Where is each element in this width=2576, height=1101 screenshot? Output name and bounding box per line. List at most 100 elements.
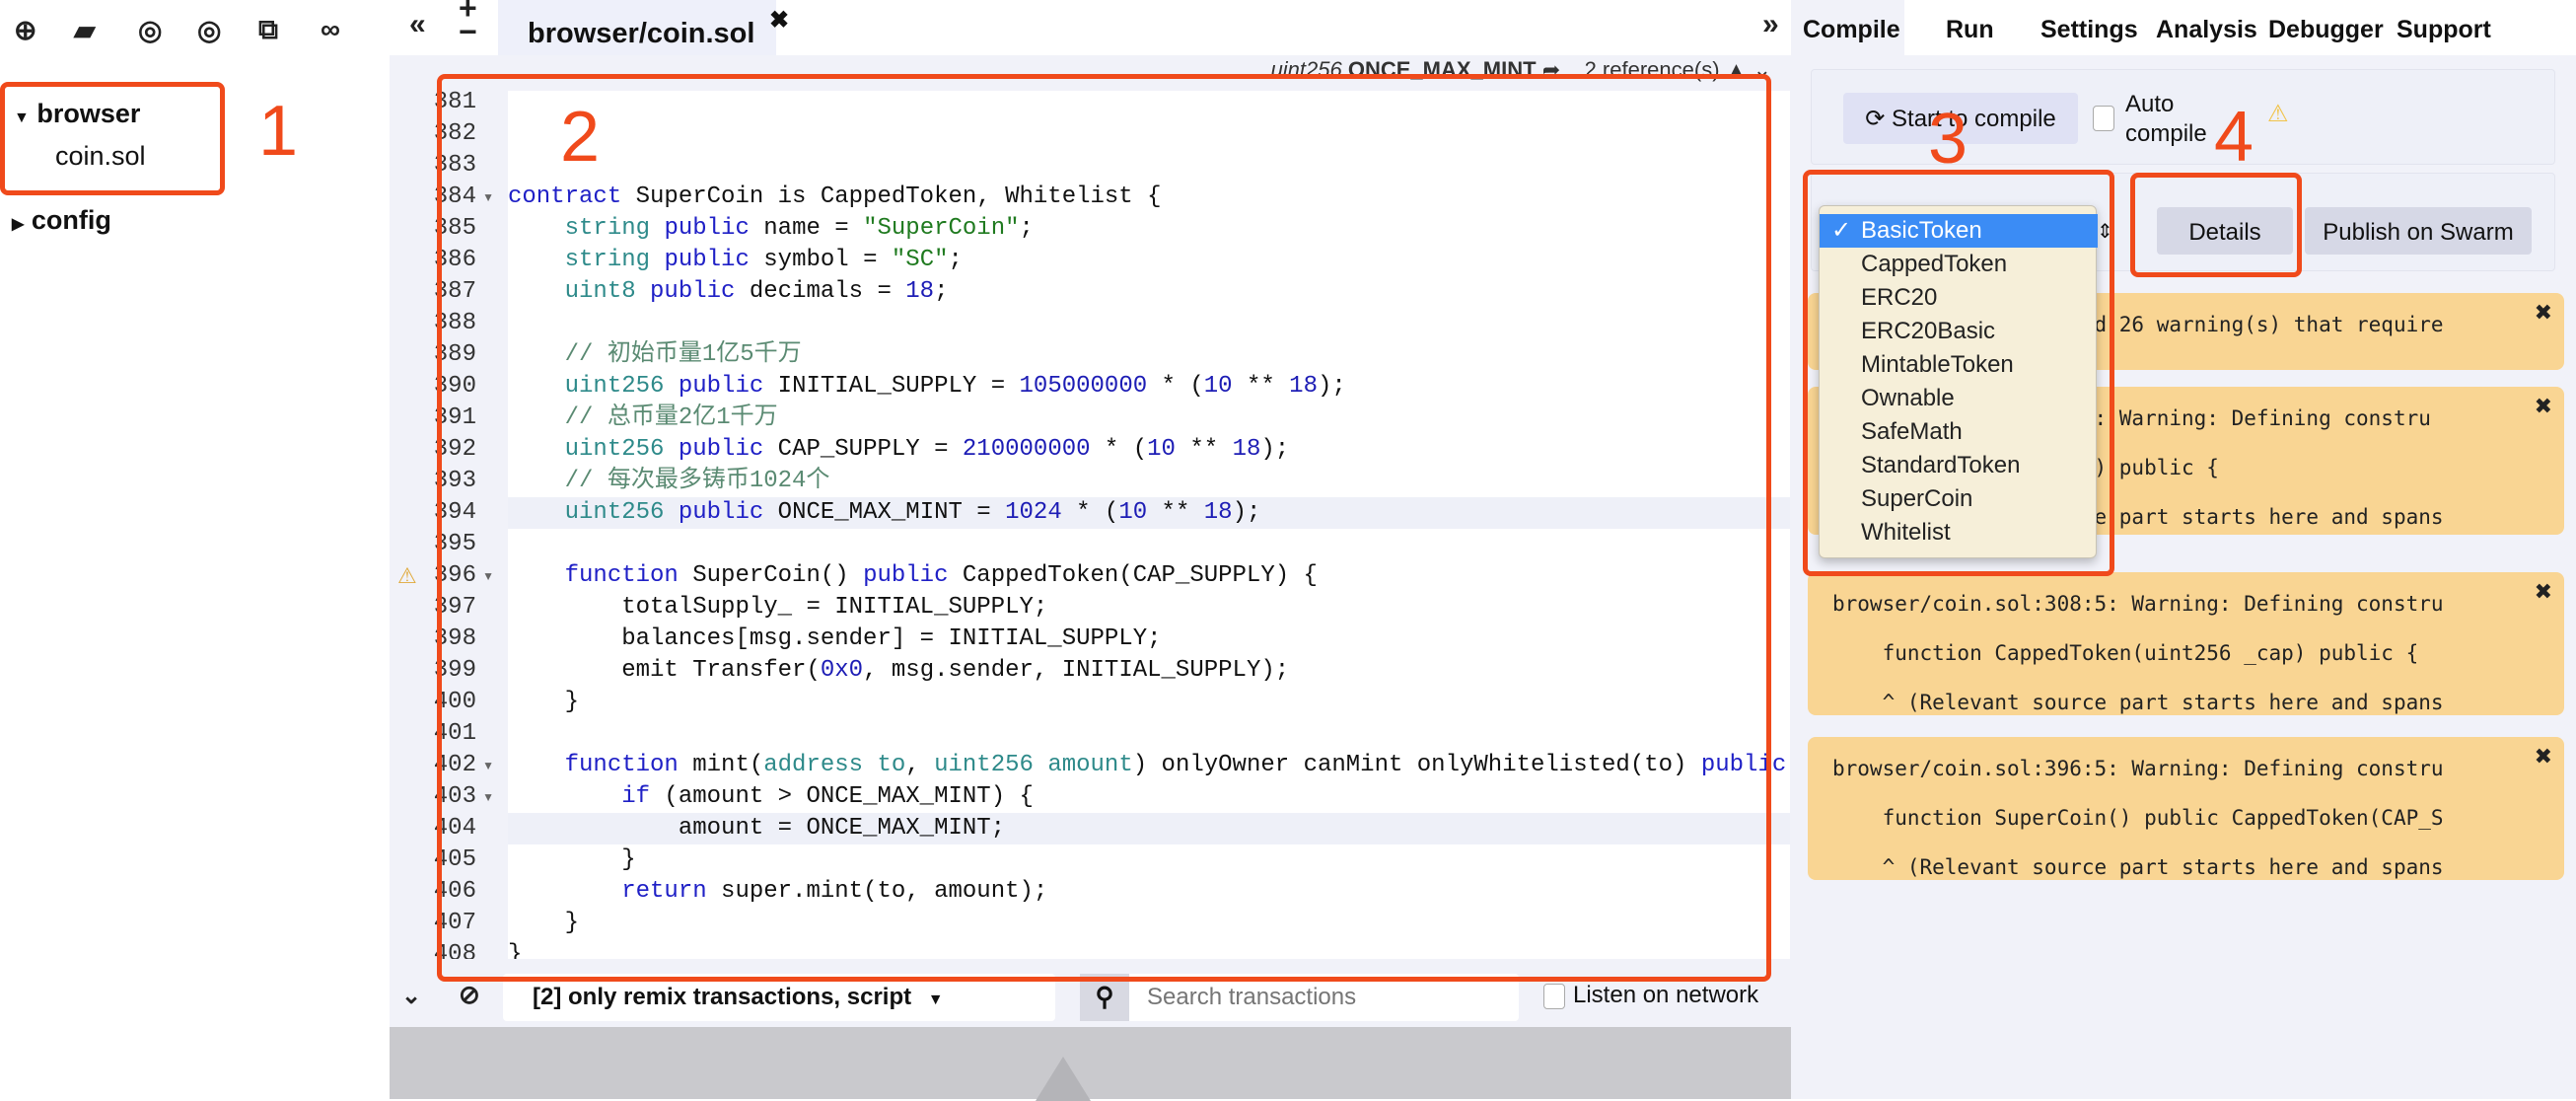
contract-option[interactable]: SafeMath <box>1820 415 2098 449</box>
close-warning-icon[interactable]: ✖ <box>2535 301 2552 326</box>
tab-compile[interactable]: Compile <box>1803 16 1900 44</box>
auto-compile-checkbox[interactable] <box>2093 106 2114 131</box>
contract-option[interactable]: ERC20Basic <box>1820 315 2098 348</box>
contract-option[interactable]: Ownable <box>1820 382 2098 415</box>
line-number: 383 <box>433 152 476 179</box>
copy-icon[interactable]: ⧉ <box>258 14 278 46</box>
contract-option[interactable]: CappedToken <box>1820 248 2098 281</box>
publish-swarm-button[interactable]: Publish on Swarm <box>2305 207 2532 255</box>
code-token: ; <box>934 278 949 305</box>
chevron-down-icon[interactable]: ⌄ <box>1753 57 1771 82</box>
editor-panel: « + − browser/coin.sol ✖ » uint256 ONCE_M… <box>390 0 2033 1101</box>
code-line: uint256 public ONCE_MAX_MINT = 1024 * (1… <box>508 497 1790 529</box>
code-token: ) onlyOwner canMint onlyWhitelisted(to) <box>1132 752 1701 778</box>
line-number: 389 <box>433 341 476 368</box>
code-token: 0x0 <box>820 657 864 684</box>
tree-file-coin-sol[interactable]: coin.sol <box>55 141 146 172</box>
fold-toggle-icon[interactable]: ▼ <box>482 750 494 781</box>
collapse-left-icon[interactable]: « <box>409 8 426 41</box>
collapse-terminal-icon[interactable]: ⌄ <box>401 982 421 1010</box>
code-token: * ( <box>1061 499 1119 526</box>
start-compile-button[interactable]: ⟳ Start to compile <box>1843 93 2078 144</box>
contract-option[interactable]: Whitelist <box>1820 516 2098 550</box>
code-token: string <box>564 247 651 273</box>
listen-on-network-checkbox[interactable]: Listen on network <box>1543 982 1758 1009</box>
fold-toggle-icon[interactable]: ▼ <box>482 560 494 592</box>
line-number: 402 <box>433 752 476 778</box>
code-token: * ( <box>1147 373 1204 400</box>
code-token: symbol = <box>749 247 892 273</box>
tab-coin-sol[interactable]: browser/coin.sol <box>498 0 776 55</box>
tab-settings[interactable]: Settings <box>2040 16 2138 44</box>
close-warning-icon[interactable]: ✖ <box>2535 745 2552 770</box>
code-token: , <box>905 752 935 778</box>
contract-option[interactable]: SuperCoin <box>1820 482 2098 516</box>
checkbox[interactable] <box>1543 983 1565 1009</box>
tab-debugger[interactable]: Debugger <box>2268 16 2384 44</box>
checkmark-icon: ✓ <box>1831 217 1852 244</box>
drag-handle-icon[interactable] <box>1036 1057 1091 1101</box>
goto-definition-icon[interactable]: ➦ <box>1542 57 1560 82</box>
details-button[interactable]: Details <box>2157 207 2293 255</box>
line-number: 381 <box>433 91 476 115</box>
line-number: 385 <box>433 215 476 242</box>
close-tab-icon[interactable]: ✖ <box>769 6 789 35</box>
line-number: 393 <box>433 468 476 494</box>
code-token: public <box>863 562 949 589</box>
code-token: ** <box>1175 436 1233 463</box>
line-number: 394 <box>433 499 476 526</box>
warning-icon: ⚠ <box>2267 101 2289 127</box>
contract-option[interactable]: ERC20 <box>1820 281 2098 315</box>
close-warning-icon[interactable]: ✖ <box>2535 580 2552 605</box>
line-number: 388 <box>433 310 476 336</box>
contract-option[interactable]: StandardToken <box>1820 449 2098 482</box>
contract-option[interactable]: MintableToken <box>1820 348 2098 382</box>
tree-folder-browser[interactable]: ▼ browser <box>14 99 140 129</box>
contract-select-dropdown[interactable]: ✓ BasicToken CappedToken ERC20 ERC20Basic Min… <box>1819 205 2098 558</box>
line-number: 396 <box>433 562 476 589</box>
fold-toggle-icon[interactable]: ▼ <box>482 182 494 213</box>
option-label: ERC20Basic <box>1861 318 1996 344</box>
chevron-up-icon[interactable]: ▲ <box>1726 57 1748 82</box>
code-token: uint256 <box>564 436 665 463</box>
code-line: balances[msg.sender] = INITIAL_SUPPLY; <box>508 624 1790 655</box>
code-token: 10 <box>1203 373 1233 400</box>
code-line: if (amount > ONCE_MAX_MINT) { <box>508 781 1790 813</box>
github-icon[interactable]: ◎ <box>197 14 221 46</box>
clear-console-icon[interactable]: ⊘ <box>459 980 480 1010</box>
code-line: } <box>508 687 1790 718</box>
code-token: // 总币量2亿1千万 <box>564 404 778 431</box>
tab-analysis[interactable]: Analysis <box>2156 16 2257 44</box>
code-editor[interactable]: contract SuperCoin is CappedToken, White… <box>508 91 1790 959</box>
zoom-in-out-icon[interactable]: + − <box>459 0 477 47</box>
code-token: 18 <box>905 278 935 305</box>
code-line: } <box>508 844 1790 876</box>
tab-run[interactable]: Run <box>1946 16 1994 44</box>
caret-down-icon: ▼ <box>927 991 944 1008</box>
contract-option[interactable]: ✓ BasicToken <box>1820 214 2098 248</box>
close-warning-icon[interactable]: ✖ <box>2535 395 2552 419</box>
plus-circle-icon[interactable]: ⊕ <box>14 14 36 46</box>
tab-support[interactable]: Support <box>2397 16 2491 44</box>
search-transactions-input[interactable] <box>1129 974 1519 1021</box>
github-icon[interactable]: ◎ <box>138 14 162 46</box>
code-token: 10 <box>1147 436 1176 463</box>
code-token: ONCE_MAX_MINT = <box>763 499 1006 526</box>
line-number: 382 <box>433 120 476 147</box>
collapse-right-icon[interactable]: » <box>1762 8 1779 41</box>
transaction-filter-select[interactable]: [2] only remix transactions, script ▼ <box>503 974 1055 1021</box>
link-icon[interactable]: ∞ <box>321 14 340 45</box>
warning-icon[interactable]: ⚠ <box>397 560 417 592</box>
tree-folder-config[interactable]: ▶ config <box>12 205 111 236</box>
reference-bar: uint256 ONCE_MAX_MINT ➦ 2 reference(s) ▲… <box>1270 57 1771 82</box>
fold-toggle-icon[interactable]: ▼ <box>482 781 494 813</box>
folder-open-icon[interactable]: ▰ <box>74 14 96 46</box>
code-token: decimals = <box>735 278 906 305</box>
warning-text: browser/coin.sol:308:5: Warning: Definin… <box>1832 592 2444 616</box>
